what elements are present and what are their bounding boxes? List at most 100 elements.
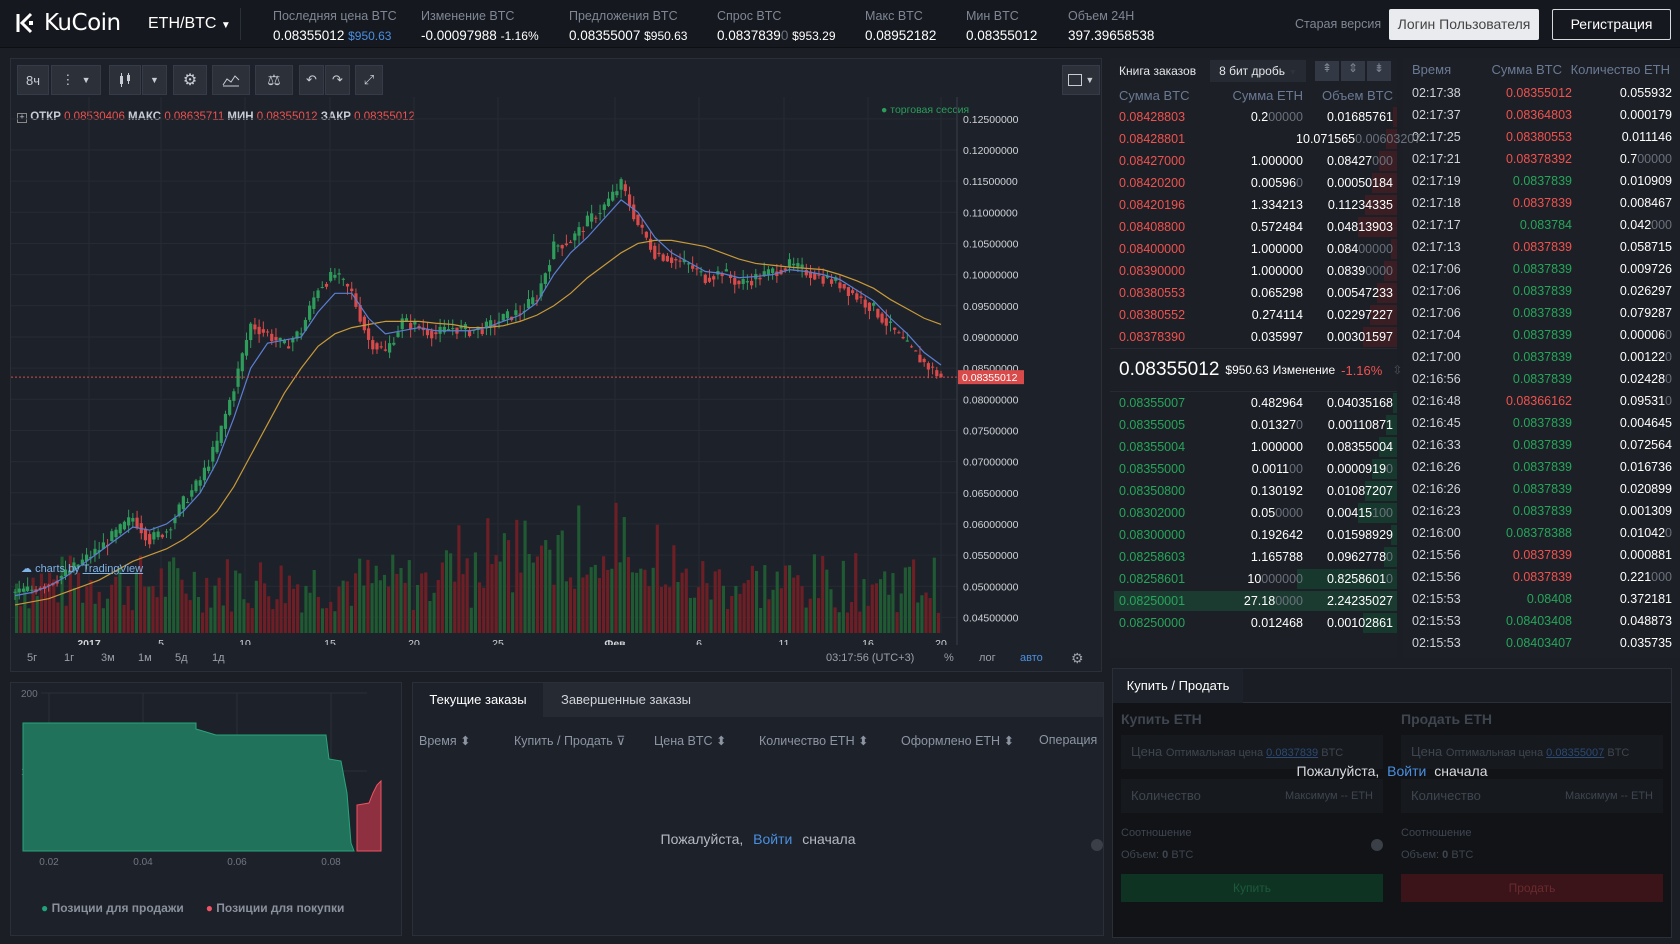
old-version-link[interactable]: Старая версия	[1295, 17, 1381, 31]
ask-row[interactable]: 0.08428803 0.200000 0.01685761	[1110, 106, 1397, 128]
volume-bar	[808, 598, 812, 633]
candle	[379, 346, 383, 348]
buy-button[interactable]: Купить	[1121, 874, 1383, 902]
col-side[interactable]: Купить / Продать ⊽	[514, 733, 654, 748]
pair-selector[interactable]: ETH/BTC ▼	[148, 15, 231, 33]
ask-row[interactable]: 0.08420196 1.334213 0.11234335	[1110, 194, 1397, 216]
candle-type-dropdown[interactable]: ▼	[142, 65, 167, 95]
tradingview-link[interactable]: TradingView	[83, 563, 144, 575]
ask-row[interactable]: 0.08408800 0.572484 0.04813903	[1110, 216, 1397, 238]
ask-row[interactable]: 0.08420200 0.005960 0.00050184	[1110, 172, 1397, 194]
undo-button[interactable]: ↶	[299, 65, 324, 95]
candle-type-button[interactable]	[109, 65, 141, 95]
col-filled-label: Оформлено ETH	[901, 734, 1001, 748]
candle	[316, 290, 320, 298]
slider-knob[interactable]	[1091, 839, 1103, 851]
bid-row[interactable]: 0.08300000 0.192642 0.01598929	[1110, 524, 1397, 546]
compare-button[interactable]: ⚖	[255, 65, 293, 95]
tab-buy-sell[interactable]: Купить / Продать	[1113, 669, 1243, 703]
settings-button[interactable]: ⚙	[173, 65, 207, 95]
bid-row[interactable]: 0.08258601 10000000 0.82586010	[1110, 568, 1397, 590]
ask-row[interactable]: 0.08380553 0.065298 0.00547233	[1110, 282, 1397, 304]
best-price-link[interactable]: 0.0837839	[1266, 747, 1318, 759]
bid-row[interactable]: 0.08355005 0.013270 0.00110871	[1110, 414, 1397, 436]
login-link[interactable]: Войти	[1387, 763, 1426, 779]
precision-value: 8 бит дробь	[1219, 64, 1285, 78]
candle	[619, 179, 623, 190]
chart-style-dropdown[interactable]: ▼	[1062, 65, 1100, 95]
x-tick-label: 25	[492, 638, 504, 645]
candle	[312, 297, 316, 309]
volume-bar	[399, 567, 403, 633]
show-bids-button[interactable]: ⇟	[1367, 61, 1391, 81]
best-price-link[interactable]: 0.08355007	[1546, 747, 1604, 759]
precision-select[interactable]: 8 бит дробь ▼	[1210, 60, 1307, 82]
bid-row[interactable]: 0.08250000 0.012468 0.00102861	[1110, 612, 1397, 634]
range-button[interactable]: 1м	[138, 652, 175, 664]
bid-row[interactable]: 0.08355004 1.000000 0.08355004	[1110, 436, 1397, 458]
volume-bar	[738, 593, 742, 633]
amount-cell: 0.130192	[1250, 484, 1303, 498]
tab-current-orders[interactable]: Текущие заказы	[413, 683, 543, 717]
ask-row[interactable]: 0.08400000 1.000000 0.08400000	[1110, 238, 1397, 260]
col-filled[interactable]: Оформлено ETH ⬍	[901, 733, 1039, 748]
candlestick-chart[interactable]: 0.12500000 0.12000000 0.11500000 0.11000000…	[11, 97, 1101, 645]
bid-row[interactable]: 0.08302000 0.050000 0.00415100	[1110, 502, 1397, 524]
trade-price: 0.0837839	[1512, 570, 1572, 584]
ratio-label: Соотношение	[1121, 827, 1192, 839]
logo-text: KuCoin	[44, 10, 121, 36]
interval-dropdown[interactable]: ⋮ ▼	[51, 65, 101, 95]
bid-row[interactable]: 0.08258603 1.165788 0.09627780	[1110, 546, 1397, 568]
show-asks-button[interactable]: ⇞	[1315, 61, 1339, 81]
volume-bar	[697, 587, 701, 633]
ask-row[interactable]: 0.08428801 1 0.0715650.00603207	[1110, 128, 1421, 150]
range-button[interactable]: 3м	[101, 652, 138, 664]
volume-bar	[478, 582, 482, 633]
buy-qty-input[interactable]: Количество Максимум -- ETH	[1121, 779, 1383, 813]
ask-row[interactable]: 0.08378390 0.035997 0.00301597	[1110, 326, 1397, 348]
percent-toggle[interactable]: %	[944, 652, 954, 664]
indicators-button[interactable]	[212, 65, 250, 95]
redo-button[interactable]: ↷	[325, 65, 350, 95]
bid-row[interactable]: 0.08250001 27.180000 2.24235027	[1110, 590, 1397, 612]
depth-chart[interactable]: 2001000.020.040.060.08	[11, 683, 401, 883]
sell-qty-input[interactable]: Количество Максимум -- ETH	[1401, 779, 1663, 813]
range-buttons: 5г 1г 3м 1м 5д 1д	[11, 652, 249, 664]
interval-button[interactable]: 8ч	[17, 65, 49, 95]
volume-bar	[597, 577, 602, 633]
bid-row[interactable]: 0.08355000 0.001100 0.00009190	[1110, 458, 1397, 480]
ask-row[interactable]: 0.08390000 1.000000 0.08390000	[1110, 260, 1397, 282]
login-button[interactable]: Логин Пользователя	[1389, 9, 1539, 40]
col-price[interactable]: Цена BTC ⬍	[654, 733, 759, 748]
bid-row[interactable]: 0.08350800 0.130192 0.01087207	[1110, 480, 1397, 502]
candle	[564, 243, 568, 246]
auto-toggle[interactable]: авто	[1020, 652, 1043, 664]
range-button[interactable]: 5д	[175, 652, 212, 664]
login-link[interactable]: Войти	[753, 831, 792, 847]
candle	[375, 343, 379, 350]
ask-row[interactable]: 0.08427000 1.000000 0.08427000	[1110, 150, 1397, 172]
ask-row[interactable]: 0.08380552 0.274114 0.02297227	[1110, 304, 1397, 326]
col-time[interactable]: Время ⬍	[419, 733, 514, 748]
trade-qty: 0.035735	[1619, 636, 1672, 650]
kucoin-logo[interactable]: KuCoin	[14, 10, 121, 36]
log-toggle[interactable]: лог	[979, 652, 996, 664]
volume-bar	[519, 572, 523, 633]
col-qty[interactable]: Количество ETH ⬍	[759, 733, 901, 748]
tradingview-attribution[interactable]: ☁ charts by TradingView	[21, 562, 143, 575]
show-both-button[interactable]: ⇕	[1341, 61, 1365, 81]
fullscreen-button[interactable]: ⤢	[355, 65, 383, 95]
tab-completed-orders[interactable]: Завершенные заказы	[543, 683, 709, 717]
range-button[interactable]: 5г	[27, 652, 64, 664]
range-button[interactable]: 1д	[212, 652, 249, 664]
sort-icon[interactable]: ⇳	[1392, 363, 1402, 377]
sell-button[interactable]: Продать	[1401, 874, 1663, 902]
gear-icon[interactable]: ⚙	[1071, 650, 1084, 667]
depth-shade	[1393, 107, 1397, 127]
trade-time: 02:16:23	[1412, 504, 1461, 518]
range-button[interactable]: 1г	[64, 652, 101, 664]
bid-row[interactable]: 0.08355007 0.482964 0.04035168	[1110, 392, 1397, 414]
register-button[interactable]: Регистрация	[1552, 9, 1671, 40]
slider-knob[interactable]	[1371, 839, 1383, 851]
volume-cell: 0.00102861	[1326, 616, 1393, 630]
